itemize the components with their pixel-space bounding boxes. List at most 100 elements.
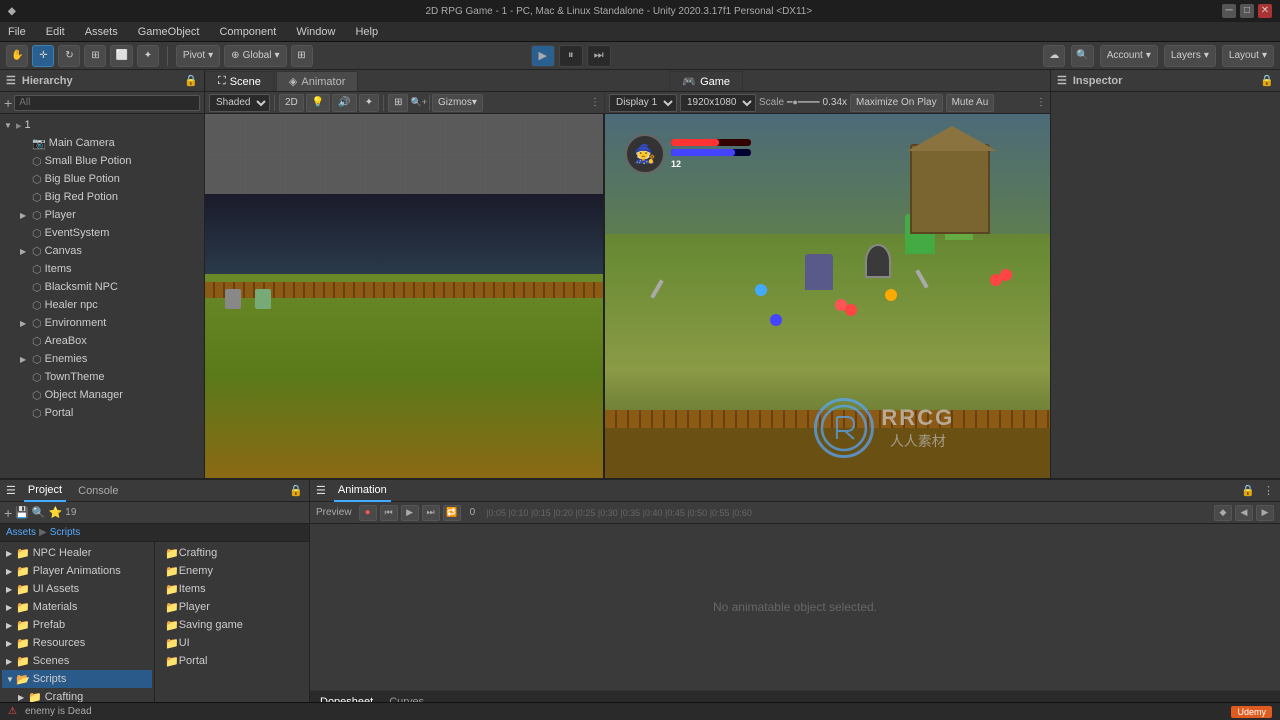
tree-item-towntheme[interactable]: ⬡ TownTheme [0, 368, 204, 386]
tool-rect[interactable]: ⬜ [110, 45, 132, 67]
tree-item-healer-npc[interactable]: ⬡ Healer npc [0, 296, 204, 314]
proj-folder-materials[interactable]: ▶ 📁 Materials [2, 598, 152, 616]
anim-next-button[interactable]: ⏭ [422, 505, 440, 521]
tree-item-eventsystem[interactable]: ⬡ EventSystem [0, 224, 204, 242]
menu-window[interactable]: Window [292, 26, 339, 38]
proj-folder-ui-assets[interactable]: ▶ 📁 UI Assets [2, 580, 152, 598]
tree-item-small-blue-potion[interactable]: ⬡ Small Blue Potion [0, 152, 204, 170]
tree-item-blacksmit-npc[interactable]: ⬡ Blacksmit NPC [0, 278, 204, 296]
mute-button[interactable]: Mute Au [946, 94, 995, 112]
hierarchy-lock-icon[interactable]: 🔒 [184, 74, 198, 87]
tree-item-main-camera[interactable]: 📷 Main Camera [0, 134, 204, 152]
anim-loop-button[interactable]: 🔁 [443, 505, 461, 521]
proj-file-saving[interactable]: 📁 Saving game [157, 616, 307, 634]
animation-options-icon[interactable]: ⋮ [1263, 484, 1274, 497]
maximize-on-play-button[interactable]: Maximize On Play [850, 94, 943, 112]
tree-item-scene[interactable]: ▼ ▸ 1 [0, 116, 204, 134]
tool-transform[interactable]: ✦ [137, 45, 159, 67]
project-search-icon[interactable]: 🔍 [32, 506, 46, 519]
light-button[interactable]: 💡 [306, 94, 330, 112]
gizmos-dropdown[interactable]: Gizmos ▾ [432, 94, 483, 112]
project-lock-icon[interactable]: 🔒 [289, 484, 303, 497]
layers-dropdown[interactable]: Layers ▾ [1164, 45, 1216, 67]
tree-item-big-red-potion[interactable]: ⬡ Big Red Potion [0, 188, 204, 206]
anim-record-button[interactable]: ⏺ [359, 505, 377, 521]
proj-folder-npc-healer[interactable]: ▶ 📁 NPC Healer [2, 544, 152, 562]
scene-view[interactable] [205, 114, 605, 478]
display-dropdown[interactable]: Display 1 [609, 94, 677, 112]
tab-animator[interactable]: ◈ Animator [276, 71, 359, 91]
project-save-icon[interactable]: 💾 [15, 506, 29, 519]
proj-file-ui[interactable]: 📁 UI [157, 634, 307, 652]
global-dropdown[interactable]: ⊕ Global ▾ [224, 45, 286, 67]
proj-file-enemy[interactable]: 📁 Enemy [157, 562, 307, 580]
anim-keyframe-right[interactable]: ▶ [1256, 505, 1274, 521]
proj-folder-prefab[interactable]: ▶ 📁 Prefab [2, 616, 152, 634]
menu-help[interactable]: Help [351, 26, 382, 38]
anim-play-button[interactable]: ▶ [401, 505, 419, 521]
game-options[interactable]: ⋮ [1036, 97, 1046, 108]
audio-button[interactable]: 🔊 [332, 94, 356, 112]
anim-keyframe-left[interactable]: ◀ [1235, 505, 1253, 521]
proj-file-crafting[interactable]: 📁 Crafting [157, 544, 307, 562]
project-star-icon[interactable]: ⭐ [49, 506, 63, 519]
2d-button[interactable]: 2D [279, 94, 304, 112]
tree-item-canvas[interactable]: ▶ ⬡ Canvas [0, 242, 204, 260]
maximize-button[interactable]: □ [1240, 4, 1254, 18]
scale-slider[interactable]: ━●━━━━ [787, 97, 820, 108]
tree-item-portal[interactable]: ⬡ Portal [0, 404, 204, 422]
cloud-button[interactable]: ☁ [1043, 45, 1065, 67]
search-toolbar-button[interactable]: 🔍 [1071, 45, 1093, 67]
proj-folder-resources[interactable]: ▶ 📁 Resources [2, 634, 152, 652]
proj-folder-player-anim[interactable]: ▶ 📁 Player Animations [2, 562, 152, 580]
tab-console[interactable]: Console [74, 480, 122, 502]
menu-component[interactable]: Component [215, 26, 280, 38]
step-button[interactable]: ⏭ [587, 45, 611, 67]
account-dropdown[interactable]: Account ▾ [1100, 45, 1158, 67]
proj-folder-scripts[interactable]: ▼ 📂 Scripts [2, 670, 152, 688]
tree-item-environment[interactable]: ▶ ⬡ Environment [0, 314, 204, 332]
game-view[interactable]: 🧙 12 [605, 114, 1050, 478]
tree-item-enemies[interactable]: ▶ ⬡ Enemies [0, 350, 204, 368]
proj-file-portal[interactable]: 📁 Portal [157, 652, 307, 670]
tab-scene[interactable]: ⛶ Scene [205, 71, 274, 91]
menu-edit[interactable]: Edit [42, 26, 69, 38]
tool-scale[interactable]: ⊞ [84, 45, 106, 67]
proj-file-items[interactable]: 📁 Items [157, 580, 307, 598]
tab-game[interactable]: 🎮 Game [669, 71, 743, 91]
anim-keyframe-diamond[interactable]: ◆ [1214, 505, 1232, 521]
shading-dropdown[interactable]: Shaded [209, 94, 270, 112]
resolution-dropdown[interactable]: 1920x1080 [680, 94, 756, 112]
tool-move[interactable]: ✛ [32, 45, 54, 67]
animation-lock-icon[interactable]: 🔒 [1241, 484, 1255, 497]
play-button[interactable]: ▶ [531, 45, 555, 67]
pivot-dropdown[interactable]: Pivot ▾ [176, 45, 220, 67]
tree-item-player[interactable]: ▶ ⬡ Player [0, 206, 204, 224]
tool-rotate[interactable]: ↻ [58, 45, 80, 67]
hierarchy-search[interactable] [14, 95, 200, 111]
menu-assets[interactable]: Assets [81, 26, 122, 38]
tree-item-big-blue-potion[interactable]: ⬡ Big Blue Potion [0, 170, 204, 188]
scene-grid-button[interactable]: ⊞ [388, 94, 408, 112]
scene-options[interactable]: ⋮ [590, 97, 600, 108]
pause-button[interactable]: ⏸ [559, 45, 583, 67]
tree-item-objectmanager[interactable]: ⬡ Object Manager [0, 386, 204, 404]
breadcrumb-scripts[interactable]: Scripts [50, 527, 81, 538]
menu-file[interactable]: File [4, 26, 30, 38]
minimize-button[interactable]: ─ [1222, 4, 1236, 18]
proj-folder-scenes[interactable]: ▶ 📁 Scenes [2, 652, 152, 670]
tree-item-items[interactable]: ⬡ Items [0, 260, 204, 278]
tab-animation[interactable]: Animation [334, 480, 391, 502]
tree-item-areabox[interactable]: ⬡ AreaBox [0, 332, 204, 350]
hierarchy-add-button[interactable]: + [4, 95, 12, 111]
close-button[interactable]: ✕ [1258, 4, 1272, 18]
tool-hand[interactable]: ✋ [6, 45, 28, 67]
grid-button[interactable]: ⊞ [291, 45, 313, 67]
menu-gameobject[interactable]: GameObject [134, 26, 204, 38]
anim-prev-button[interactable]: ⏮ [380, 505, 398, 521]
project-add-button[interactable]: + [4, 505, 12, 521]
fx-button[interactable]: ✦ [359, 94, 379, 112]
tab-project[interactable]: Project [24, 480, 66, 502]
layout-dropdown[interactable]: Layout ▾ [1222, 45, 1274, 67]
breadcrumb-assets[interactable]: Assets [6, 527, 36, 538]
